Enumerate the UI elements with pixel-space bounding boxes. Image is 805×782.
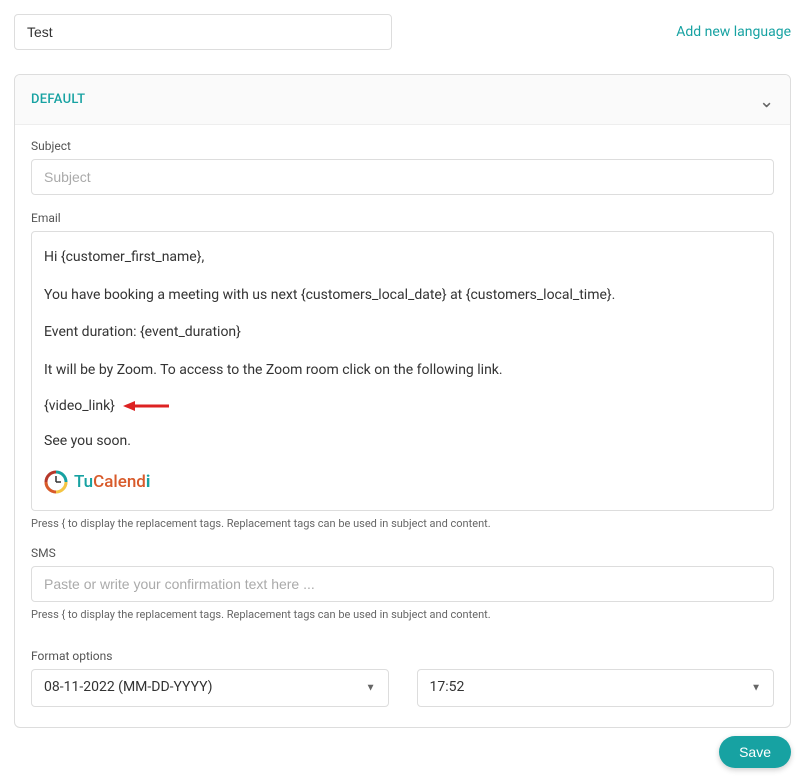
caret-down-icon: ▼	[751, 682, 761, 693]
video-link-row: {video_link}	[44, 398, 761, 414]
email-editor[interactable]: Hi {customer_first_name}, You have booki…	[31, 231, 774, 511]
sms-label: SMS	[31, 546, 774, 560]
subject-input[interactable]	[31, 159, 774, 195]
panel-title: DEFAULT	[31, 92, 85, 107]
time-format-value: 17:52	[430, 679, 465, 695]
tucalendi-logo: TuCalendi	[44, 470, 761, 494]
panel-body: Subject Email Hi {customer_first_name}, …	[15, 125, 790, 727]
email-hint: Press { to display the replacement tags.…	[31, 517, 774, 530]
logo-text-calend: Calend	[93, 472, 146, 492]
email-label: Email	[31, 211, 774, 225]
default-panel: DEFAULT ⌃ Subject Email Hi {customer_fir…	[14, 74, 791, 728]
sms-input[interactable]	[31, 566, 774, 602]
sms-hint: Press { to display the replacement tags.…	[31, 608, 774, 621]
email-line: Hi {customer_first_name},	[44, 248, 761, 268]
email-line: See you soon.	[44, 432, 761, 452]
panel-header[interactable]: DEFAULT ⌃	[15, 75, 790, 125]
date-format-select[interactable]: 08-11-2022 (MM-DD-YYYY) ▼	[31, 669, 389, 707]
annotation-arrow-icon	[123, 399, 169, 413]
caret-down-icon: ▼	[366, 682, 376, 693]
email-line: You have booking a meeting with us next …	[44, 286, 761, 306]
format-label: Format options	[31, 649, 774, 663]
date-format-value: 08-11-2022 (MM-DD-YYYY)	[44, 679, 213, 695]
tucalendi-dial-icon	[44, 470, 68, 494]
title-input[interactable]	[14, 14, 392, 50]
add-language-link[interactable]: Add new language	[676, 24, 791, 40]
logo-text-i: i	[146, 472, 151, 492]
email-line: Event duration: {event_duration}	[44, 323, 761, 343]
save-button[interactable]: Save	[719, 736, 791, 768]
email-line: It will be by Zoom. To access to the Zoo…	[44, 361, 761, 381]
chevron-up-icon: ⌃	[759, 89, 774, 110]
logo-text-tu: Tu	[74, 472, 93, 492]
subject-label: Subject	[31, 139, 774, 153]
time-format-select[interactable]: 17:52 ▼	[417, 669, 775, 707]
video-link-tag: {video_link}	[44, 398, 115, 414]
